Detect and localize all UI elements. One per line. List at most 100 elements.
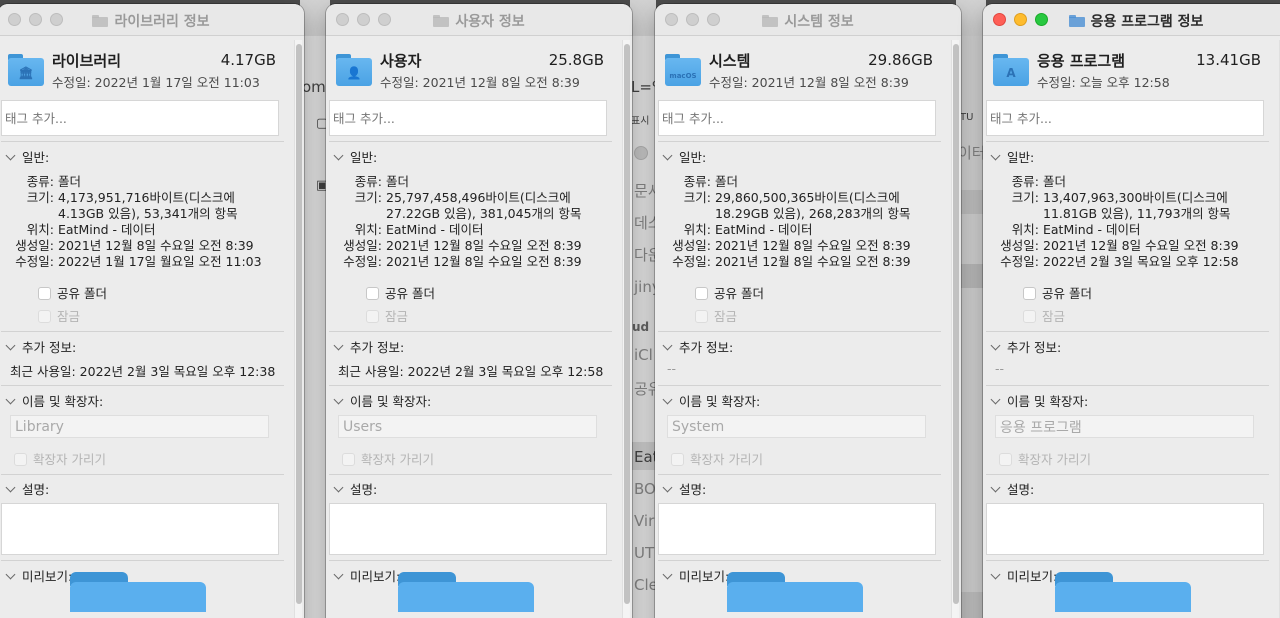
item-name: 응용 프로그램 xyxy=(1037,52,1126,70)
hide-extension-checkbox[interactable]: 확장자 가리기 xyxy=(671,449,763,468)
locked-checkbox[interactable]: 잠금 xyxy=(1023,306,1065,325)
section-name-ext-toggle[interactable]: 이름 및 확장자: xyxy=(5,391,103,410)
background-text: BO xyxy=(634,480,656,498)
section-general-toggle[interactable]: 일반: xyxy=(5,147,49,166)
scrollbar[interactable] xyxy=(951,40,959,618)
section-name-ext-toggle[interactable]: 이름 및 확장자: xyxy=(333,391,431,410)
shared-folder-checkbox[interactable]: 공유 폴더 xyxy=(695,283,764,302)
tags-input[interactable] xyxy=(329,100,607,136)
tags-input[interactable] xyxy=(1,100,279,136)
window-title: 라이브러리 정보 xyxy=(0,11,304,31)
folder-icon xyxy=(1068,15,1085,27)
comments-textarea[interactable] xyxy=(329,503,607,555)
section-label: 설명: xyxy=(22,482,50,497)
info-window-3[interactable]: 시스템 정보 macOS 시스템 29.86GB 수정일: 2021년 12월 … xyxy=(655,4,961,618)
item-size: 4.17GB xyxy=(220,51,276,69)
library-icon: 🏛 xyxy=(8,54,44,86)
checkbox-box[interactable] xyxy=(999,453,1012,466)
info-window-4[interactable]: 응용 프로그램 정보 A 응용 프로그램 13.41GB 수정일: 오늘 오후 … xyxy=(983,4,1280,618)
section-comments-toggle[interactable]: 설명: xyxy=(990,479,1035,498)
section-comments-toggle[interactable]: 설명: xyxy=(5,479,50,498)
background-text: 이터 xyxy=(958,144,986,162)
section-label: 설명: xyxy=(1007,482,1035,497)
title-bar[interactable]: 사용자 정보 xyxy=(326,4,632,36)
folder-icon xyxy=(92,15,109,27)
checkbox-box[interactable] xyxy=(671,453,684,466)
modified-key: 수정일: xyxy=(343,254,382,269)
locked-checkbox[interactable]: 잠금 xyxy=(38,306,80,325)
hide-extension-checkbox[interactable]: 확장자 가리기 xyxy=(342,449,434,468)
checkbox-box[interactable] xyxy=(14,453,27,466)
scrollbar[interactable] xyxy=(622,40,630,618)
section-more-info-toggle[interactable]: 추가 정보: xyxy=(662,337,734,356)
section-preview-toggle[interactable]: 미리보기: xyxy=(333,566,400,585)
divider xyxy=(329,385,612,386)
section-general-toggle[interactable]: 일반: xyxy=(990,147,1035,166)
section-label: 미리보기: xyxy=(1007,569,1058,584)
scrollbar-thumb[interactable] xyxy=(953,44,959,604)
section-general-toggle[interactable]: 일반: xyxy=(662,147,707,166)
divider xyxy=(658,331,941,332)
comments-textarea[interactable] xyxy=(658,503,936,555)
name-field[interactable] xyxy=(667,415,926,438)
section-preview-toggle[interactable]: 미리보기: xyxy=(5,566,72,585)
section-general-toggle[interactable]: 일반: xyxy=(333,147,377,166)
background-window-3: L=% 표시 문서 데스 다운 jiny ud iCl 공유 Eat BO Vi… xyxy=(630,0,656,618)
locked-checkbox[interactable]: 잠금 xyxy=(366,306,408,325)
background-text: Cle xyxy=(634,576,656,594)
title-bar[interactable]: 라이브러리 정보 xyxy=(0,4,304,36)
info-window-2[interactable]: 사용자 정보 👤 사용자 25.8GB 수정일: 2021년 12월 8일 오전… xyxy=(326,4,632,618)
shared-folder-checkbox[interactable]: 공유 폴더 xyxy=(1023,283,1092,302)
name-field[interactable] xyxy=(338,415,597,438)
checkbox-box[interactable] xyxy=(695,310,708,323)
modified-value: 2022년 2월 3일 목요일 오후 12:58 xyxy=(1043,254,1239,269)
modified-value: 2022년 1월 17일 월요일 오전 11:03 xyxy=(58,254,262,269)
section-label: 추가 정보: xyxy=(679,340,734,355)
section-name-ext-toggle[interactable]: 이름 및 확장자: xyxy=(662,391,760,410)
name-field[interactable] xyxy=(10,415,269,438)
comments-textarea[interactable] xyxy=(986,503,1264,555)
section-comments-toggle[interactable]: 설명: xyxy=(662,479,706,498)
divider xyxy=(986,560,1269,561)
section-preview-toggle[interactable]: 미리보기: xyxy=(990,566,1058,585)
background-text: Vir xyxy=(634,512,655,530)
divider xyxy=(986,385,1269,386)
checkbox-box[interactable] xyxy=(1023,310,1036,323)
checkbox-box[interactable] xyxy=(38,287,51,300)
tags-input[interactable] xyxy=(658,100,936,136)
section-name-ext-toggle[interactable]: 이름 및 확장자: xyxy=(990,391,1088,410)
section-label: 일반: xyxy=(1007,150,1035,165)
checkbox-label: 확장자 가리기 xyxy=(33,452,106,467)
section-comments-toggle[interactable]: 설명: xyxy=(333,479,377,498)
comments-textarea[interactable] xyxy=(1,503,279,555)
section-more-info-toggle[interactable]: 추가 정보: xyxy=(990,337,1061,356)
scrollbar[interactable] xyxy=(294,40,302,618)
locked-checkbox[interactable]: 잠금 xyxy=(695,306,737,325)
checkbox-box[interactable] xyxy=(38,310,51,323)
chevron-down-icon xyxy=(990,569,1001,580)
checkbox-box[interactable] xyxy=(1023,287,1036,300)
section-label: 일반: xyxy=(679,150,707,165)
divider xyxy=(329,141,612,142)
name-field[interactable] xyxy=(995,415,1254,438)
checkbox-box[interactable] xyxy=(695,287,708,300)
section-more-info-toggle[interactable]: 추가 정보: xyxy=(5,337,76,356)
title-bar[interactable]: 시스템 정보 xyxy=(655,4,961,36)
checkbox-box[interactable] xyxy=(366,310,379,323)
checkbox-box[interactable] xyxy=(366,287,379,300)
shared-folder-checkbox[interactable]: 공유 폴더 xyxy=(38,283,107,302)
checkbox-box[interactable] xyxy=(342,453,355,466)
chevron-down-icon xyxy=(990,394,1001,405)
section-more-info-toggle[interactable]: 추가 정보: xyxy=(333,337,404,356)
section-preview-toggle[interactable]: 미리보기: xyxy=(662,566,729,585)
scrollbar-thumb[interactable] xyxy=(624,44,630,604)
shared-folder-checkbox[interactable]: 공유 폴더 xyxy=(366,283,435,302)
tags-input[interactable] xyxy=(986,100,1264,136)
hide-extension-checkbox[interactable]: 확장자 가리기 xyxy=(999,449,1091,468)
chevron-down-icon xyxy=(333,394,344,405)
users-icon: 👤 xyxy=(336,54,372,86)
title-bar[interactable]: 응용 프로그램 정보 xyxy=(983,4,1280,36)
info-window-1[interactable]: 라이브러리 정보 🏛 라이브러리 4.17GB 수정일: 2022년 1월 17… xyxy=(0,4,304,618)
hide-extension-checkbox[interactable]: 확장자 가리기 xyxy=(14,449,106,468)
scrollbar-thumb[interactable] xyxy=(296,44,302,604)
